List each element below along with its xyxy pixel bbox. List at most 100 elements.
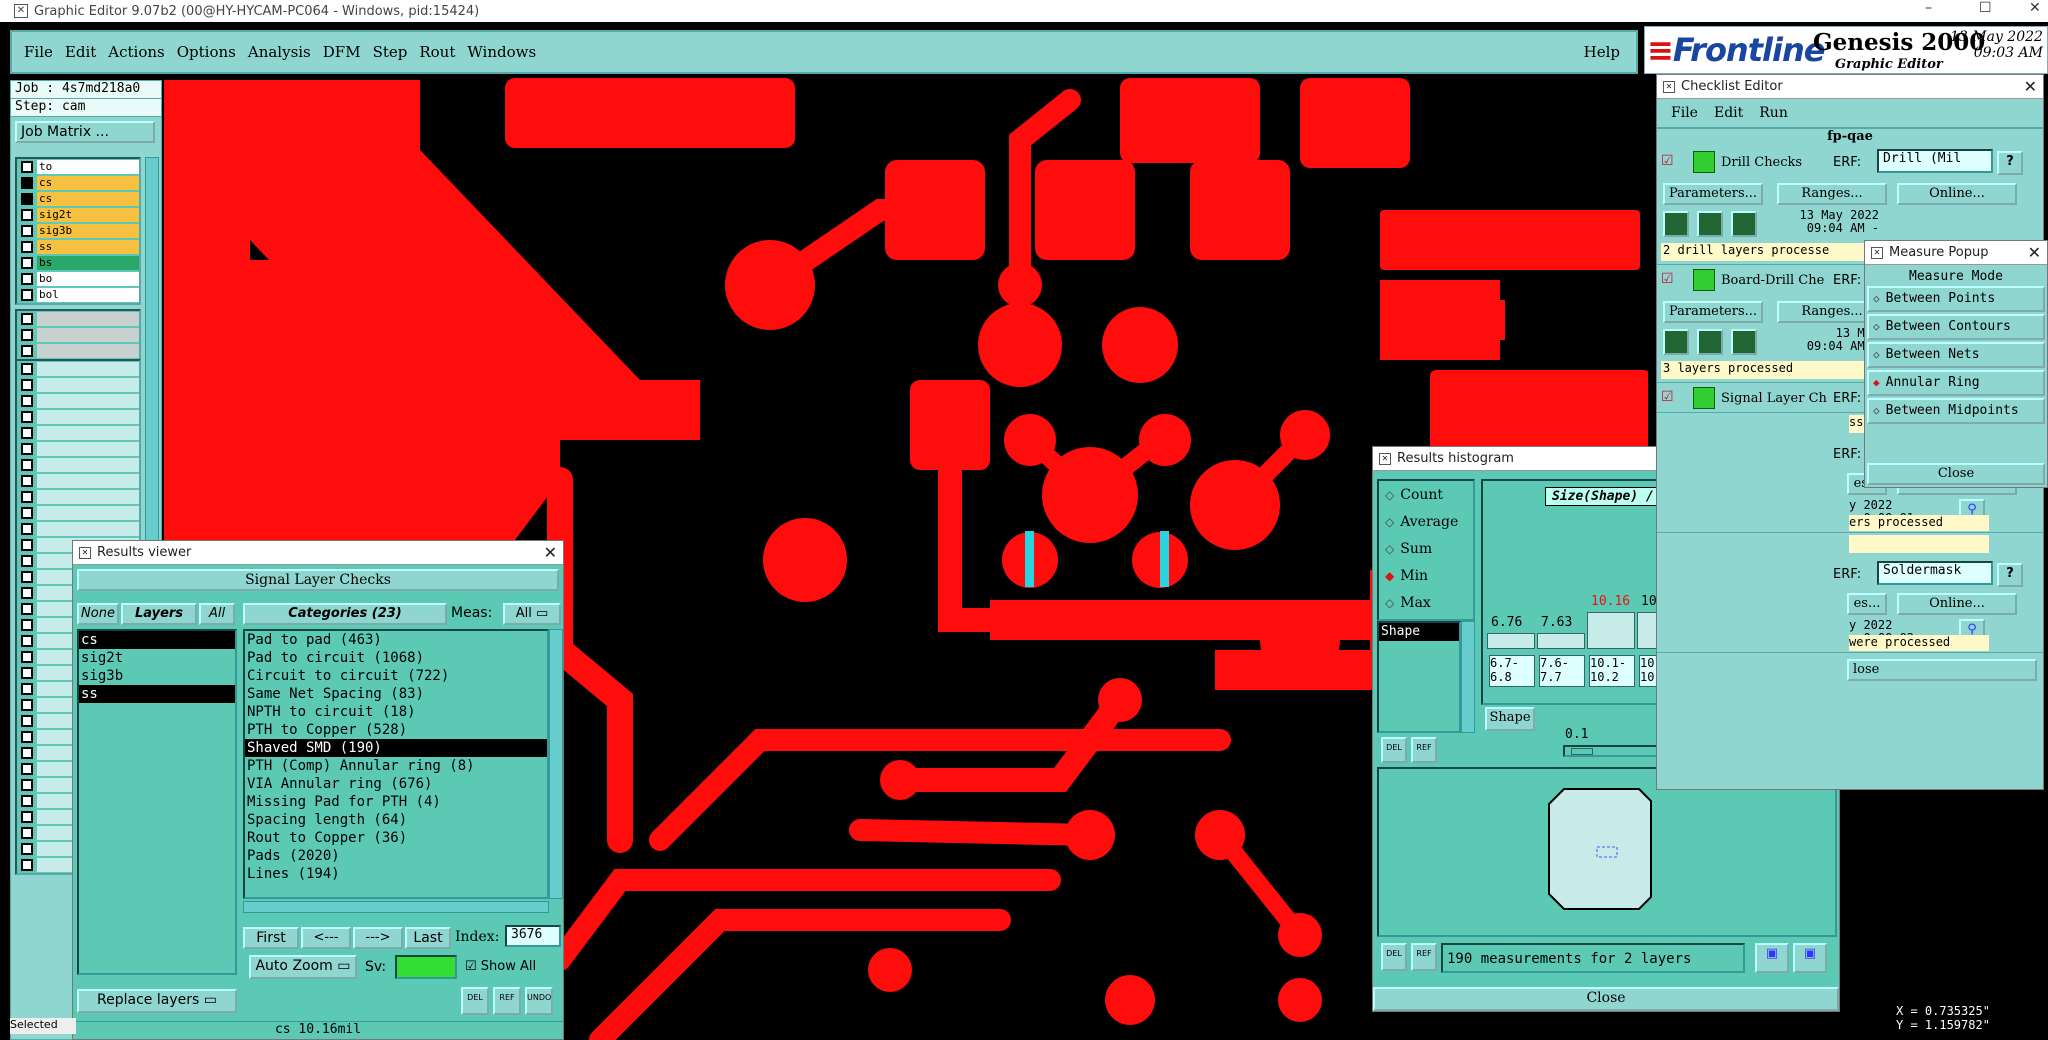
layer-row[interactable] — [17, 457, 139, 473]
measure-mode-between-midpoints[interactable]: ◇ Between Midpoints — [1867, 398, 2045, 424]
layer-checkbox[interactable] — [21, 555, 33, 567]
categories-header[interactable]: Categories (23) — [243, 603, 447, 625]
category-item[interactable]: Rout to Copper (36) — [245, 829, 547, 847]
layer-checkbox[interactable] — [21, 779, 33, 791]
layer-row[interactable]: sig3b — [17, 223, 139, 239]
layer-name[interactable] — [37, 410, 139, 424]
layer-row[interactable] — [17, 505, 139, 521]
replace-layers-dropdown[interactable]: Replace layers ▭ — [77, 989, 237, 1013]
layer-name[interactable] — [37, 312, 139, 326]
category-item[interactable]: NPTH to circuit (18) — [245, 703, 547, 721]
minimize-button[interactable]: – — [1925, 0, 1932, 16]
hist-option-max[interactable]: ◇ Max — [1379, 589, 1473, 616]
measure-mode-between-contours[interactable]: ◇ Between Contours — [1867, 314, 2045, 340]
layer-checkbox[interactable] — [21, 345, 33, 357]
menu-rout[interactable]: Rout — [419, 43, 455, 61]
layer-row[interactable]: cs — [17, 175, 139, 191]
layer-row[interactable] — [17, 473, 139, 489]
layer-row[interactable] — [17, 311, 139, 327]
run-icon[interactable] — [1663, 329, 1689, 355]
layer-row[interactable]: bol — [17, 287, 139, 303]
results-viewer-close-icon[interactable]: ✕ — [544, 543, 557, 562]
layer-name[interactable]: sig2t — [37, 208, 139, 222]
histogram-attr-list[interactable]: Shape — [1377, 621, 1461, 733]
category-item[interactable]: Same Net Spacing (83) — [245, 685, 547, 703]
menu-actions[interactable]: Actions — [108, 43, 164, 61]
layer-name[interactable] — [37, 458, 139, 472]
layer-name[interactable] — [37, 394, 139, 408]
results-layer-item[interactable]: cs — [79, 631, 235, 649]
category-item[interactable]: PTH to Copper (528) — [245, 721, 547, 739]
maximize-button[interactable]: ☐ — [1979, 0, 1992, 16]
parameters-button[interactable]: Parameters... — [1663, 301, 1763, 323]
layer-name[interactable]: ss — [37, 240, 139, 254]
layer-checkbox[interactable] — [21, 161, 33, 173]
layer-row[interactable]: ss — [17, 239, 139, 255]
run-icon[interactable] — [1731, 211, 1757, 237]
checklist-close-button[interactable]: lose — [1847, 659, 2037, 681]
check-name[interactable]: Signal Layer Ch — [1721, 391, 1827, 406]
hist-icon-2[interactable]: ▣ — [1793, 943, 1827, 973]
layer-checkbox[interactable] — [21, 329, 33, 341]
undo-button[interactable]: UNDO — [525, 987, 553, 1015]
results-layer-item[interactable]: sig2t — [79, 649, 235, 667]
shape-button[interactable]: Shape — [1485, 707, 1535, 731]
erf-field[interactable]: Soldermask — [1877, 561, 1993, 585]
auto-zoom-dropdown[interactable]: Auto Zoom ▭ — [249, 955, 357, 979]
menu-help[interactable]: Help — [1584, 43, 1620, 61]
run-icon[interactable] — [1731, 329, 1757, 355]
layer-checkbox[interactable] — [21, 379, 33, 391]
category-item[interactable]: Shaved SMD (190) — [245, 739, 547, 757]
category-item[interactable]: Pads (2020) — [245, 847, 547, 865]
layer-checkbox[interactable] — [21, 539, 33, 551]
bottom-ref-button[interactable]: REF — [1411, 943, 1437, 971]
help-icon[interactable]: ? — [1997, 563, 2023, 587]
layer-checkbox[interactable] — [21, 193, 33, 205]
bottom-del-button[interactable]: DEL — [1381, 943, 1407, 971]
layer-name[interactable]: to — [37, 160, 139, 174]
check-name[interactable]: Board-Drill Che — [1721, 273, 1824, 288]
category-item[interactable]: Spacing length (64) — [245, 811, 547, 829]
layer-row[interactable]: sig2t — [17, 207, 139, 223]
layer-checkbox[interactable] — [21, 667, 33, 679]
layer-checkbox[interactable] — [21, 635, 33, 647]
check-enabled-icon[interactable]: ☑ — [1661, 153, 1674, 169]
results-layer-item[interactable]: sig3b — [79, 667, 235, 685]
layer-name[interactable] — [37, 344, 139, 358]
hist-ref-button[interactable]: REF — [1411, 737, 1437, 763]
measure-close-button[interactable]: Close — [1867, 463, 2045, 485]
layer-checkbox[interactable] — [21, 731, 33, 743]
layer-name[interactable] — [37, 426, 139, 440]
results-category-list[interactable]: Pad to pad (463) Pad to circuit (1068) Cir… — [243, 629, 549, 899]
category-item[interactable]: VIA Annular ring (676) — [245, 775, 547, 793]
attr-item[interactable]: Shape — [1379, 623, 1459, 641]
layer-checkbox[interactable] — [21, 571, 33, 583]
results-layer-item[interactable]: ss — [79, 685, 235, 703]
run-icon[interactable] — [1697, 329, 1723, 355]
layer-row[interactable] — [17, 343, 139, 359]
layer-checkbox[interactable] — [21, 257, 33, 269]
layer-checkbox[interactable] — [21, 289, 33, 301]
hist-option-average[interactable]: ◇ Average — [1379, 508, 1473, 535]
layer-row[interactable] — [17, 521, 139, 537]
parameters-button[interactable]: Parameters... — [1663, 183, 1763, 205]
run-icon[interactable] — [1663, 211, 1689, 237]
last-button[interactable]: Last — [405, 927, 451, 949]
layer-row[interactable] — [17, 425, 139, 441]
layer-checkbox[interactable] — [21, 523, 33, 535]
category-scrollbar[interactable] — [549, 629, 563, 899]
layer-name[interactable]: bs — [37, 256, 139, 270]
histogram-bar[interactable] — [1537, 633, 1585, 649]
erf-field[interactable]: Drill (Mil — [1877, 149, 1993, 173]
layer-row[interactable]: bs — [17, 255, 139, 271]
histogram-close-button[interactable]: Close — [1373, 987, 1839, 1011]
layer-checkbox[interactable] — [21, 395, 33, 407]
layer-checkbox[interactable] — [21, 427, 33, 439]
layer-row[interactable] — [17, 441, 139, 457]
menu-step[interactable]: Step — [373, 43, 408, 61]
job-matrix-button[interactable]: Job Matrix ... — [15, 121, 155, 143]
layer-checkbox[interactable] — [21, 241, 33, 253]
menu-file[interactable]: File — [24, 43, 53, 61]
measure-mode-annular-ring[interactable]: ◆ Annular Ring — [1867, 370, 2045, 396]
checklist-close-icon[interactable]: ✕ — [2024, 77, 2037, 96]
